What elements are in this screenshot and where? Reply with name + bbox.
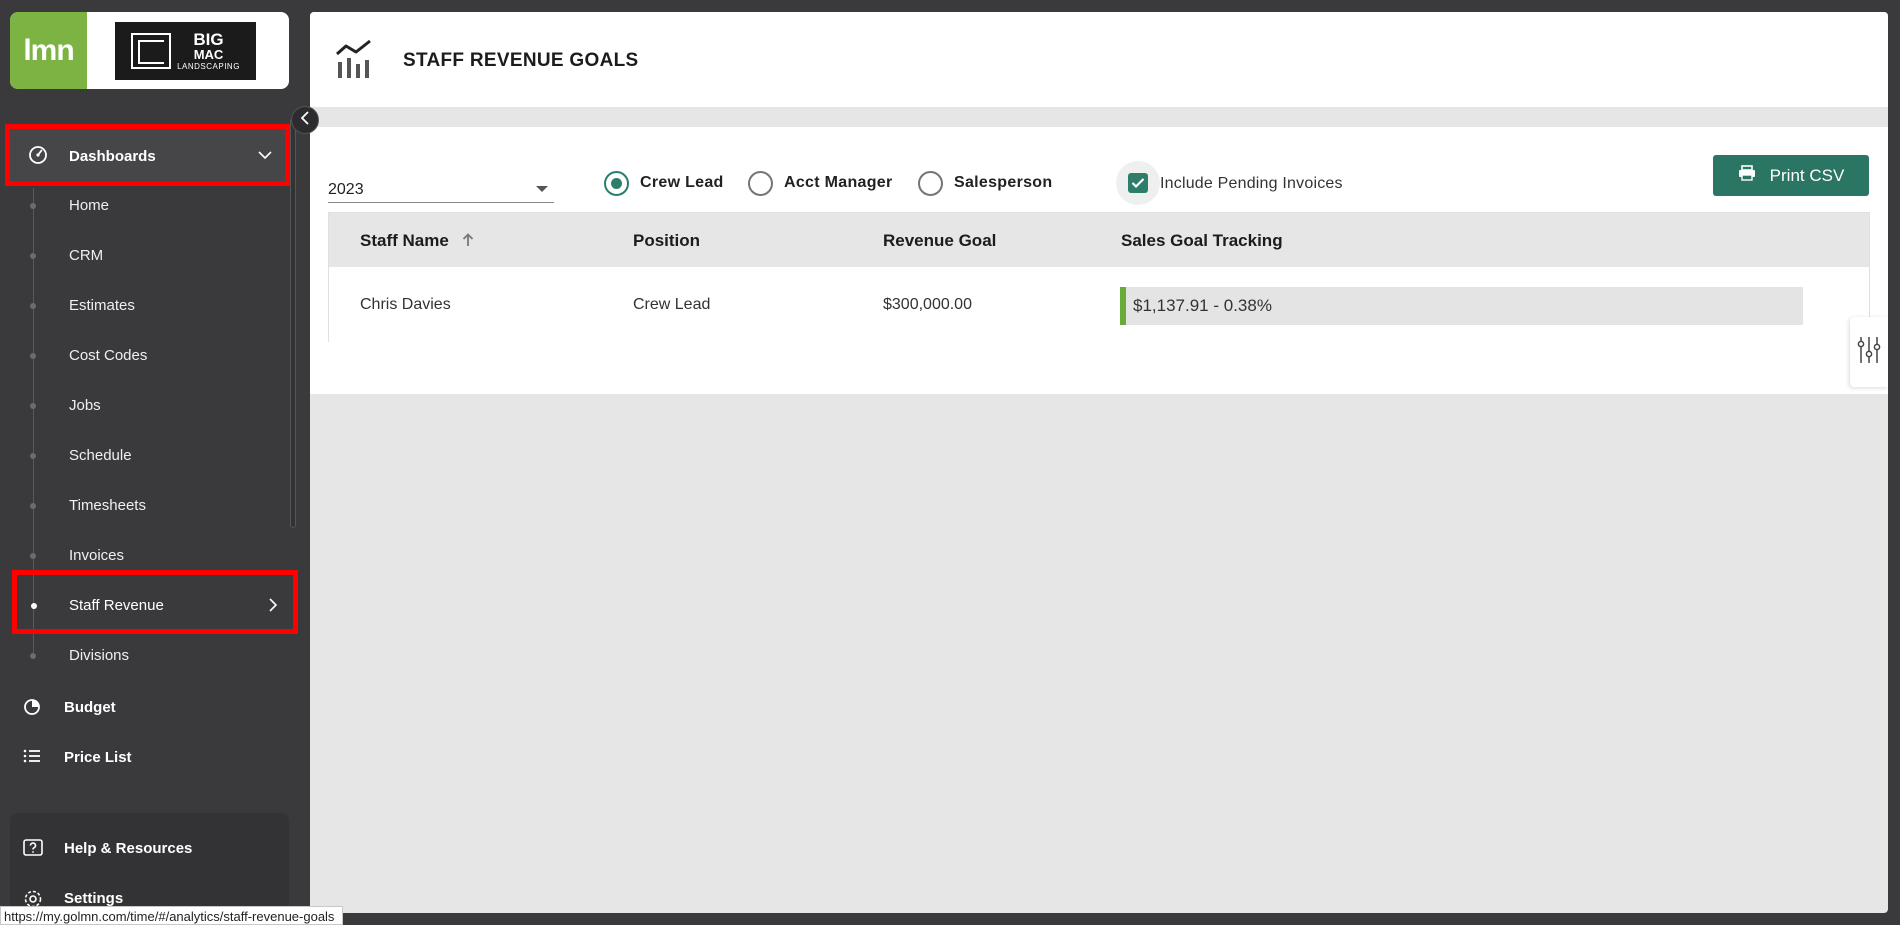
checkmark-icon [1128, 173, 1148, 193]
sidebar-item-divisions[interactable]: Divisions [0, 635, 290, 675]
sidebar-item-budget[interactable]: Budget [0, 685, 290, 729]
sidebar-collapse-button[interactable] [291, 106, 319, 134]
sidebar-item-label: Budget [64, 699, 116, 716]
sidebar-item-label: Help & Resources [64, 840, 193, 857]
include-pending-label: Include Pending Invoices [1160, 175, 1343, 192]
sidebar-item-staff-revenue[interactable]: Staff Revenue [12, 570, 298, 634]
sidebar-group-label: Dashboards [69, 148, 156, 165]
printer-icon [1738, 165, 1756, 186]
bullet-icon [31, 603, 37, 609]
print-csv-button[interactable]: Print CSV [1713, 155, 1869, 196]
radio-circle [918, 170, 943, 196]
progress-fill [1123, 287, 1126, 325]
list-icon [23, 748, 41, 769]
sidebar-item-label: Divisions [69, 647, 130, 664]
sliders-icon [1857, 335, 1881, 370]
sidebar: lmn BIG MAC LANDSCAPING Dashboards Home … [0, 0, 300, 925]
sidebar-item-invoices[interactable]: Invoices [0, 535, 290, 575]
year-select-value: 2023 [328, 181, 364, 198]
column-header-revenue-goal[interactable]: Revenue Goal [883, 231, 996, 251]
sidebar-group-dashboards[interactable]: Dashboards [5, 124, 290, 186]
sales-goal-progress-bar: $1,137.91 - 0.38% [1120, 287, 1803, 325]
chevron-left-icon [299, 110, 311, 130]
company-logo: BIG MAC LANDSCAPING [115, 22, 256, 80]
company-logo-line3: LANDSCAPING [177, 62, 240, 71]
staff-revenue-table: Staff Name Position Revenue Goal Sales G… [328, 212, 1870, 343]
dashboard-gauge-icon [28, 145, 48, 170]
sort-ascending-icon [462, 232, 474, 252]
sidebar-item-label: Settings [64, 890, 124, 907]
radio-label: Crew Lead [640, 174, 724, 191]
cell-revenue-goal: $300,000.00 [883, 296, 972, 313]
radio-salesperson[interactable]: Salesperson [918, 169, 1052, 197]
year-select[interactable]: 2023 [328, 171, 554, 203]
print-csv-label: Print CSV [1769, 165, 1845, 185]
cell-position: Crew Lead [633, 296, 711, 313]
page-header: STAFF REVENUE GOALS [310, 12, 1888, 107]
analytics-chart-icon [334, 38, 380, 85]
sidebar-item-price-list[interactable]: Price List [0, 735, 290, 779]
radio-label: Salesperson [954, 174, 1053, 191]
sidebar-item-label: Estimates [69, 297, 135, 314]
bullet-icon [30, 653, 36, 659]
chevron-right-icon [267, 597, 279, 618]
help-icon [23, 839, 43, 864]
sidebar-item-label: Price List [64, 749, 132, 766]
sidebar-item-help[interactable]: Help & Resources [0, 826, 290, 870]
sidebar-item-label: CRM [69, 247, 104, 264]
status-bar-url: https://my.golmn.com/time/#/analytics/st… [0, 906, 344, 925]
bullet-icon [30, 303, 36, 309]
sidebar-item-label: Home [69, 197, 110, 214]
sidebar-item-label: Jobs [69, 397, 101, 414]
sidebar-item-cost-codes[interactable]: Cost Codes [0, 335, 290, 375]
table-row[interactable]: Chris Davies Crew Lead $300,000.00 $1,13… [329, 267, 1869, 343]
sidebar-item-estimates[interactable]: Estimates [0, 285, 290, 325]
caret-down-icon [536, 186, 548, 192]
sidebar-item-label: Timesheets [69, 497, 146, 514]
column-settings-button[interactable] [1850, 317, 1888, 387]
company-logo-mark [131, 33, 172, 69]
column-header-sales-goal-tracking[interactable]: Sales Goal Tracking [1121, 231, 1283, 251]
sidebar-item-schedule[interactable]: Schedule [0, 435, 290, 475]
column-header-position[interactable]: Position [633, 231, 700, 251]
bullet-icon [30, 453, 36, 459]
bullet-icon [30, 353, 36, 359]
column-header-staff-name[interactable]: Staff Name [360, 231, 474, 252]
bullet-icon [30, 203, 36, 209]
radio-circle [604, 170, 629, 196]
radio-crew-lead[interactable]: Crew Lead [604, 169, 724, 197]
sidebar-item-label: Schedule [69, 447, 132, 464]
sidebar-item-label: Invoices [69, 547, 125, 564]
bullet-icon [30, 253, 36, 259]
report-content: 2023 Crew Lead Acct Manager Salesperson … [310, 127, 1888, 394]
pie-chart-icon [23, 698, 41, 721]
column-header-label: Staff Name [360, 231, 449, 250]
table-header: Staff Name Position Revenue Goal Sales G… [329, 213, 1869, 267]
company-logo-line2: MAC [193, 47, 224, 62]
cell-staff-name: Chris Davies [360, 296, 451, 313]
chevron-down-icon [257, 148, 273, 166]
radio-circle [748, 170, 773, 196]
logo-area: lmn BIG MAC LANDSCAPING [10, 12, 289, 89]
sidebar-item-label: Staff Revenue [69, 597, 164, 614]
bullet-icon [30, 503, 36, 509]
bullet-icon [30, 403, 36, 409]
progress-label: $1,137.91 - 0.38% [1133, 296, 1272, 315]
radio-acct-manager[interactable]: Acct Manager [748, 169, 893, 197]
main-panel: STAFF REVENUE GOALS 2023 Crew Lead Acct … [310, 12, 1888, 913]
include-pending-checkbox[interactable] [1116, 161, 1160, 205]
sidebar-item-home[interactable]: Home [0, 185, 290, 225]
sidebar-item-jobs[interactable]: Jobs [0, 385, 290, 425]
sidebar-item-timesheets[interactable]: Timesheets [0, 485, 290, 525]
company-logo-line1: BIG [193, 30, 224, 49]
sidebar-item-label: Cost Codes [69, 347, 148, 364]
sidebar-scrollbar[interactable] [290, 118, 296, 528]
radio-label: Acct Manager [784, 174, 893, 191]
bullet-icon [30, 553, 36, 559]
page-title: STAFF REVENUE GOALS [403, 50, 639, 71]
sidebar-item-crm[interactable]: CRM [0, 235, 290, 275]
lmn-logo[interactable]: lmn [10, 12, 87, 89]
